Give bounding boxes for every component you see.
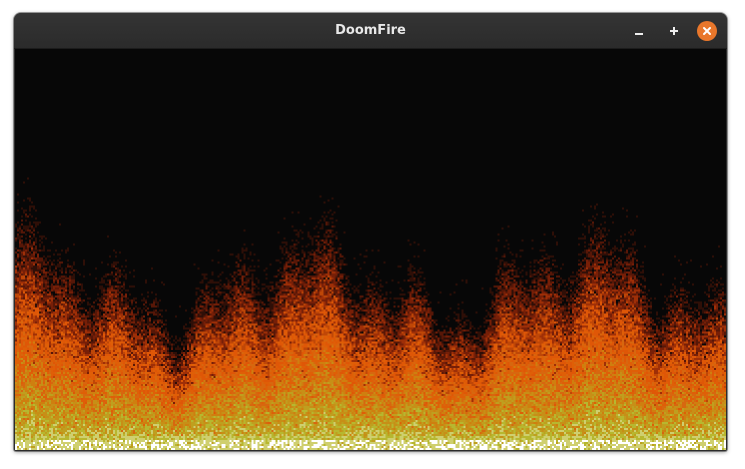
minimize-button[interactable] bbox=[629, 21, 649, 41]
close-button[interactable] bbox=[697, 21, 717, 41]
maximize-button[interactable] bbox=[664, 21, 684, 41]
fire-canvas bbox=[15, 49, 726, 450]
title-bar[interactable]: DoomFire bbox=[14, 13, 727, 49]
fire-canvas-area bbox=[15, 49, 726, 450]
app-window: DoomFire bbox=[14, 13, 727, 451]
close-icon bbox=[703, 27, 711, 35]
maximize-icon bbox=[670, 27, 678, 35]
window-title: DoomFire bbox=[335, 23, 406, 38]
minimize-icon bbox=[635, 33, 643, 35]
